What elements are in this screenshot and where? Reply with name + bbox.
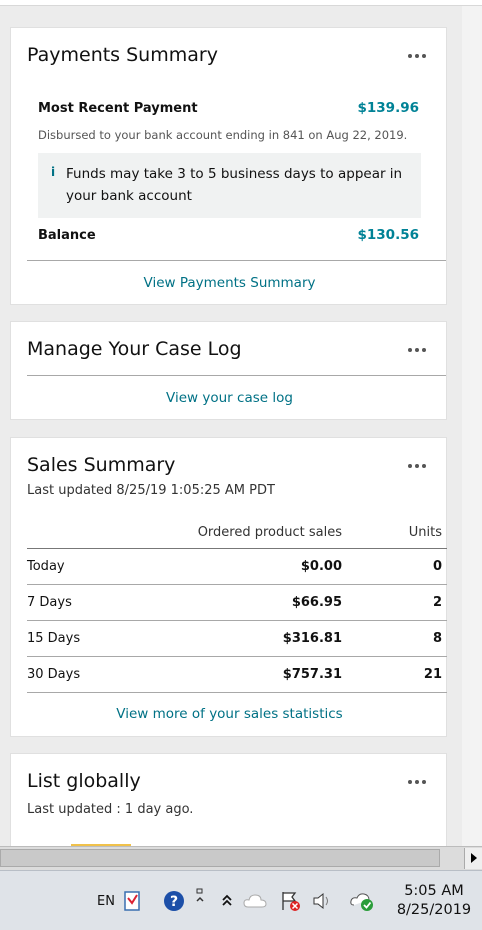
list-globally-card: List globally Last updated : 1 day ago. xyxy=(10,753,447,847)
case-log-title: Manage Your Case Log xyxy=(27,338,242,360)
units-cell: 0 xyxy=(342,548,447,585)
disbursed-text: Disbursed to your bank account ending in… xyxy=(38,128,408,142)
view-case-log-link[interactable]: View your case log xyxy=(11,390,448,406)
clock-date: 8/25/2019 xyxy=(396,902,472,918)
table-row: 30 Days $757.31 21 xyxy=(27,656,447,693)
system-clock[interactable]: 5:05 AM 8/25/2019 xyxy=(394,882,474,920)
action-center-flag-icon[interactable] xyxy=(279,890,301,912)
clock-time: 5:05 AM xyxy=(404,883,464,899)
balance-label: Balance xyxy=(38,228,96,243)
sales-summary-title: Sales Summary xyxy=(27,454,176,476)
list-globally-title: List globally xyxy=(27,770,141,792)
sales-cell: $66.95 xyxy=(177,584,342,621)
payments-summary-title: Payments Summary xyxy=(27,44,218,66)
last-updated-text: Last updated : 1 day ago. xyxy=(27,802,194,817)
most-recent-payment-amount: $139.96 xyxy=(357,100,420,116)
units-cell: 8 xyxy=(342,620,447,657)
help-icon[interactable]: ? xyxy=(163,890,185,912)
language-indicator[interactable]: EN xyxy=(97,894,115,909)
sales-table: Ordered product sales Units Today $0.00 … xyxy=(27,518,447,693)
sales-cell: $0.00 xyxy=(177,548,342,585)
sales-table-header: Ordered product sales Units xyxy=(27,518,447,549)
svg-text:?: ? xyxy=(170,894,178,910)
right-margin xyxy=(462,6,482,846)
case-log-card: Manage Your Case Log View your case log xyxy=(10,321,447,420)
info-note: i Funds may take 3 to 5 business days to… xyxy=(38,153,421,218)
cloud-icon[interactable] xyxy=(242,890,268,912)
period-cell: 30 Days xyxy=(27,656,177,693)
period-header xyxy=(27,518,177,549)
more-options-icon[interactable] xyxy=(408,345,430,355)
units-header: Units xyxy=(342,518,447,549)
table-row: Today $0.00 0 xyxy=(27,548,447,585)
sales-cell: $316.81 xyxy=(177,620,342,657)
sales-cell: $757.31 xyxy=(177,656,342,693)
taskbar: EN ? 5:05 AM 8/25/2019 xyxy=(0,870,482,930)
info-note-text: Funds may take 3 to 5 business days to a… xyxy=(66,166,403,204)
more-options-icon[interactable] xyxy=(408,461,430,471)
horizontal-scrollbar[interactable] xyxy=(0,846,482,870)
period-cell: Today xyxy=(27,548,177,585)
units-cell: 2 xyxy=(342,584,447,621)
sales-summary-card: Sales Summary Last updated 8/25/19 1:05:… xyxy=(10,437,447,737)
more-options-icon[interactable] xyxy=(408,51,430,61)
top-edge xyxy=(0,0,482,6)
volume-icon[interactable] xyxy=(311,890,333,912)
show-hidden-icon[interactable] xyxy=(193,887,207,909)
payments-summary-card: Payments Summary Most Recent Payment $13… xyxy=(10,27,447,305)
most-recent-payment-label: Most Recent Payment xyxy=(38,101,198,116)
table-row: 7 Days $66.95 2 xyxy=(27,584,447,621)
more-options-icon[interactable] xyxy=(408,777,430,787)
units-cell: 21 xyxy=(342,656,447,693)
chevron-up-icon[interactable] xyxy=(216,890,238,912)
last-updated-text: Last updated 8/25/19 1:05:25 AM PDT xyxy=(27,483,275,498)
period-cell: 7 Days xyxy=(27,584,177,621)
ordered-sales-header: Ordered product sales xyxy=(177,518,342,549)
divider xyxy=(27,260,446,261)
period-cell: 15 Days xyxy=(27,620,177,657)
scroll-right-arrow-icon[interactable] xyxy=(464,848,482,869)
balance-amount: $130.56 xyxy=(357,227,420,243)
divider xyxy=(27,375,446,376)
network-icon[interactable] xyxy=(349,890,375,912)
view-sales-statistics-link[interactable]: View more of your sales statistics xyxy=(11,706,448,722)
info-icon: i xyxy=(51,165,56,179)
table-row: 15 Days $316.81 8 xyxy=(27,620,447,657)
scrollbar-thumb[interactable] xyxy=(0,849,440,867)
view-payments-summary-link[interactable]: View Payments Summary xyxy=(11,275,448,291)
document-icon[interactable] xyxy=(121,890,143,912)
